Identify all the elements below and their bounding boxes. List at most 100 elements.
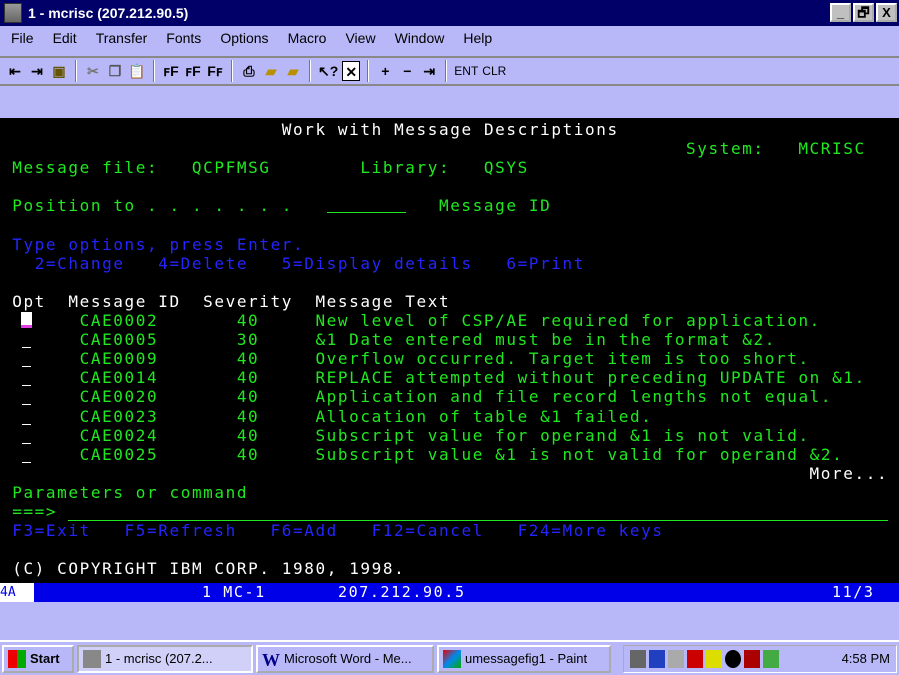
menu-transfer[interactable]: Transfer [85,28,156,50]
library-label: Library: [360,158,451,178]
instructions: Type options, press Enter. [12,234,305,254]
menu-window[interactable]: Window [384,28,453,50]
help-pointer-icon[interactable]: ↖? [318,61,338,81]
column-header-severity: Severity [203,291,293,311]
network-icon[interactable] [630,649,646,668]
paste-icon[interactable]: 📋 [128,61,146,81]
f12-cancel[interactable]: F12=Cancel [372,521,484,540]
option-input[interactable] [22,447,32,463]
position-to-hint: Message ID [438,196,552,216]
start-button[interactable]: Start [2,644,74,673]
task-label: umessagefig1 - Paint [465,651,588,666]
receive-file-icon[interactable]: ⇥ [28,61,46,81]
option-input[interactable] [22,351,32,368]
message-text: Overflow occurred. Target item is too sh… [315,349,810,369]
system-label: System: [686,139,765,159]
network-computers-icon[interactable] [763,649,779,668]
start-label: Start [30,651,60,666]
close-box-icon[interactable]: ✕ [342,61,361,81]
f3-exit[interactable]: F3=Exit [12,521,91,540]
severity: 40 [236,368,260,388]
column-header-message-id: Message ID [68,291,181,311]
message-text: REPLACE attempted without preceding UPDA… [315,368,866,388]
menu-fonts[interactable]: Fonts [155,28,209,50]
devil-icon[interactable] [744,649,760,668]
tab-icon[interactable]: ⇥ [420,61,438,81]
minus-icon[interactable]: − [398,61,416,81]
message-text: New level of CSP/AE required for applica… [315,311,821,330]
send-file-icon[interactable]: ⇤ [6,61,24,81]
terminal-app-icon [83,649,101,668]
cut-icon[interactable]: ✂ [84,61,102,81]
message-id: CAE0024 [79,425,159,445]
app-icon [4,3,22,23]
option-input[interactable] [22,332,32,349]
severity: 40 [236,444,260,464]
clock: 4:58 PM [841,651,890,666]
screen-title: Work with Message Descriptions [281,120,619,139]
option-change: 2=Change [34,253,125,273]
f6-add[interactable]: F6=Add [271,521,338,540]
antivirus-icon[interactable] [687,649,703,668]
terminal-screen[interactable]: Work with Message Descriptions System: MCR… [0,118,899,583]
message-id: CAE0025 [79,444,159,464]
clock-app-icon[interactable] [725,649,741,668]
message-id: CAE0020 [79,387,159,407]
option-input[interactable] [22,389,32,406]
task-label: Microsoft Word - Me... [284,651,412,666]
menu-edit[interactable]: Edit [42,28,85,50]
option-input[interactable] [22,370,32,387]
copy-icon[interactable]: ❐ [106,61,124,81]
task-word[interactable]: W Microsoft Word - Me... [256,644,434,673]
severity: 40 [236,387,260,407]
font-auto-icon[interactable]: ꜰF [162,61,180,81]
session-name: 1 MC-1 [202,583,266,601]
enter-button[interactable]: ENT [454,64,478,78]
option-delete: 4=Delete [158,253,249,273]
toolbar: ⇤ ⇥ ▣ ✂ ❐ 📋 ꜰF ꜰF Fꜰ ⎙ ▰ ▰ ↖? ✕ + − ⇥ EN… [0,56,899,86]
volume-icon[interactable] [706,649,722,668]
print-icon[interactable]: ⎙ [240,61,258,81]
task-mcrisc[interactable]: 1 - mcrisc (207.2... [77,644,253,673]
monitor-icon[interactable] [649,649,665,668]
save-icon[interactable]: ▣ [50,61,68,81]
menu-options[interactable]: Options [209,28,276,50]
open-folder-up-icon[interactable]: ▰ [262,61,280,81]
message-id: CAE0023 [79,406,159,426]
message-id: CAE0014 [79,368,159,388]
close-button[interactable]: X [876,3,897,22]
plus-icon[interactable]: + [376,61,394,81]
menu-file[interactable]: File [0,28,42,50]
menu-view[interactable]: View [334,28,383,50]
task-label: 1 - mcrisc (207.2... [105,651,213,666]
severity: 40 [236,425,260,445]
status-bar: 4A 1 MC-1 207.212.90.5 11/3 [0,583,899,602]
position-to-input[interactable] [326,196,406,214]
command-prompt: ===> [12,502,58,521]
parameters-label: Parameters or command [12,482,249,502]
cursor-position: 11/3 [832,583,875,601]
message-text: &1 Date entered must be in the format &2… [315,330,776,350]
option-print: 6=Print [506,253,585,273]
restore-button[interactable]: 🗗 [853,3,874,22]
option-input[interactable] [22,428,32,444]
font-smaller-icon[interactable]: Fꜰ [206,61,224,81]
menu-macro[interactable]: Macro [277,28,335,50]
window-title: 1 - mcrisc (207.212.90.5) [28,5,189,21]
system-value: MCRISC [798,139,866,159]
message-id: CAE0002 [79,311,159,330]
task-paint[interactable]: umessagefig1 - Paint [437,644,611,673]
minimize-button[interactable]: _ [830,3,851,22]
power-plug-icon[interactable] [668,649,684,668]
clear-button[interactable]: CLR [482,64,506,78]
font-larger-icon[interactable]: ꜰF [184,61,202,81]
message-text: Subscript value for operand &1 is not va… [315,425,810,445]
menu-help[interactable]: Help [452,28,500,50]
f24-more-keys[interactable]: F24=More keys [518,521,664,540]
title-bar: 1 - mcrisc (207.212.90.5) _ 🗗 X [0,0,899,26]
severity: 40 [236,311,260,330]
f5-refresh[interactable]: F5=Refresh [125,521,237,540]
copyright: (C) COPYRIGHT IBM CORP. 1980, 1998. [12,559,406,579]
open-folder-down-icon[interactable]: ▰ [284,61,302,81]
option-input[interactable] [22,409,32,425]
